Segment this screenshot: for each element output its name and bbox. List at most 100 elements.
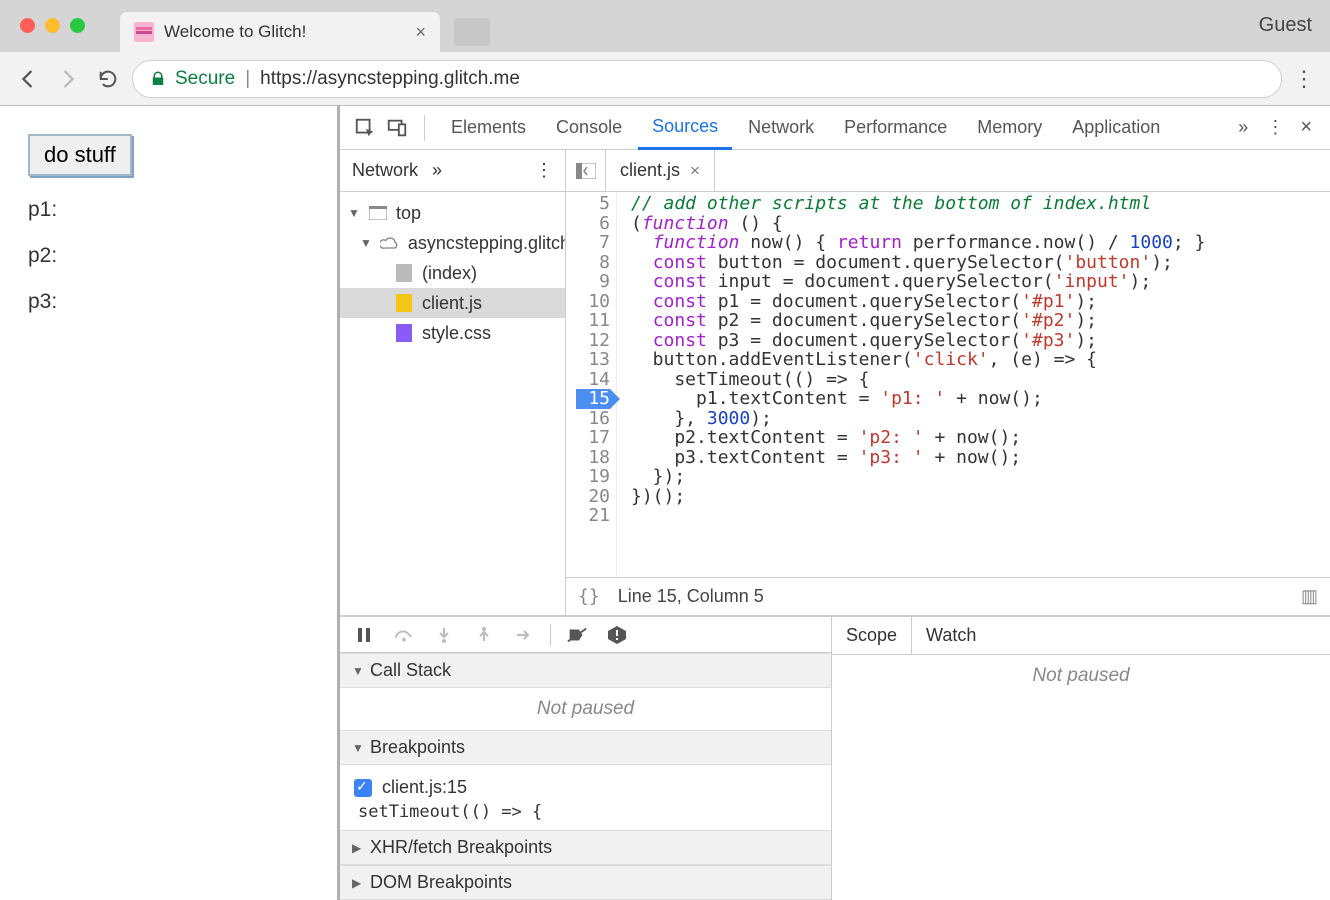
devtools-menu-icon[interactable]: ⋮ [1260, 113, 1290, 143]
frame-icon [368, 203, 388, 223]
callstack-header[interactable]: ▼Call Stack [340, 653, 831, 688]
code-line[interactable]: // add other scripts at the bottom of in… [631, 194, 1205, 214]
close-tab-icon[interactable]: × [415, 22, 426, 43]
inspect-element-icon[interactable] [350, 113, 380, 143]
xhr-bp-header[interactable]: ▶XHR/fetch Breakpoints [340, 830, 831, 865]
code-line[interactable]: p1.textContent = 'p1: ' + now(); [631, 389, 1205, 409]
debugger-panes: ▼Call Stack Not paused ▼Breakpoints clie… [340, 616, 1330, 900]
profile-label[interactable]: Guest [1259, 14, 1312, 37]
gutter-line[interactable]: 16 [576, 409, 610, 429]
step-into-icon[interactable] [430, 621, 458, 649]
code-line[interactable]: setTimeout(() => { [631, 370, 1205, 390]
code-line[interactable]: const input = document.querySelector('in… [631, 272, 1205, 292]
browser-menu-icon[interactable]: ⋮ [1290, 66, 1318, 92]
p3-label: p3: [28, 290, 309, 314]
breakpoint-checkbox[interactable] [354, 779, 372, 797]
gutter-line[interactable]: 21 [576, 506, 610, 526]
devtools-tab-elements[interactable]: Elements [437, 107, 540, 148]
devtools-tab-application[interactable]: Application [1058, 107, 1174, 148]
code-line[interactable]: }); [631, 467, 1205, 487]
dom-bp-header[interactable]: ▶DOM Breakpoints [340, 865, 831, 900]
code-line[interactable]: (function () { [631, 214, 1205, 234]
code-line[interactable]: p3.textContent = 'p3: ' + now(); [631, 448, 1205, 468]
step-out-icon[interactable] [470, 621, 498, 649]
code-line[interactable]: const button = document.querySelector('b… [631, 253, 1205, 273]
browser-toolbar: Secure | https://asyncstepping.glitch.me… [0, 52, 1330, 106]
scope-body: Not paused [832, 655, 1330, 900]
breakpoint-label: client.js:15 [382, 777, 467, 798]
gutter-line[interactable]: 10 [576, 292, 610, 312]
devtools-tab-memory[interactable]: Memory [963, 107, 1056, 148]
browser-tab-bar: Welcome to Glitch! × Guest [0, 0, 1330, 52]
editor-options-icon[interactable]: ▥ [1301, 586, 1318, 607]
devtools-tab-console[interactable]: Console [542, 107, 636, 148]
minimize-window-icon[interactable] [45, 18, 60, 33]
file-style-css[interactable]: style.css [340, 318, 565, 348]
scope-tab[interactable]: Scope [832, 617, 912, 654]
gutter-line[interactable]: 8 [576, 253, 610, 273]
gutter-line[interactable]: 17 [576, 428, 610, 448]
code-line[interactable]: const p2 = document.querySelector('#p2')… [631, 311, 1205, 331]
navigator-tab[interactable]: Network [352, 160, 418, 181]
device-toolbar-icon[interactable] [382, 113, 412, 143]
address-bar[interactable]: Secure | https://asyncstepping.glitch.me [132, 60, 1282, 98]
step-icon[interactable] [510, 621, 538, 649]
new-tab-button[interactable] [454, 18, 490, 46]
code-line[interactable]: }, 3000); [631, 409, 1205, 429]
devtools-tab-sources[interactable]: Sources [638, 106, 732, 150]
gutter-line[interactable]: 13 [576, 350, 610, 370]
code-line[interactable]: p2.textContent = 'p2: ' + now(); [631, 428, 1205, 448]
cursor-position: Line 15, Column 5 [618, 586, 764, 607]
code-area[interactable]: 56789101112131415161718192021 // add oth… [566, 192, 1330, 577]
gutter-line[interactable]: 14 [576, 370, 610, 390]
devtools-close-icon[interactable]: × [1292, 116, 1320, 139]
window-controls [4, 18, 101, 33]
gutter-line[interactable]: 9 [576, 272, 610, 292]
gutter-line[interactable]: 18 [576, 448, 610, 468]
pretty-print-icon[interactable]: {} [578, 586, 600, 607]
devtools-tab-network[interactable]: Network [734, 107, 828, 148]
navigator-more-icon[interactable]: » [432, 160, 442, 181]
toggle-navigator-icon[interactable] [566, 150, 606, 191]
deactivate-bp-icon[interactable] [563, 621, 591, 649]
more-tabs-icon[interactable]: » [1228, 113, 1258, 143]
code-line[interactable]: const p3 = document.querySelector('#p3')… [631, 331, 1205, 351]
secure-indicator: Secure [149, 68, 235, 90]
navigator-menu-icon[interactable]: ⋮ [535, 160, 553, 181]
file-client-js[interactable]: client.js [340, 288, 565, 318]
step-over-icon[interactable] [390, 621, 418, 649]
gutter-line[interactable]: 5 [576, 194, 610, 214]
file-icon [394, 293, 414, 313]
do-stuff-button[interactable]: do stuff [28, 134, 132, 176]
reload-button[interactable] [92, 63, 124, 95]
devtools-tab-performance[interactable]: Performance [830, 107, 961, 148]
code-line[interactable]: function now() { return performance.now(… [631, 233, 1205, 253]
editor-tab[interactable]: client.js × [606, 150, 715, 191]
breakpoints-header[interactable]: ▼Breakpoints [340, 730, 831, 765]
forward-button[interactable] [52, 63, 84, 95]
back-button[interactable] [12, 63, 44, 95]
code-line[interactable]: const p1 = document.querySelector('#p1')… [631, 292, 1205, 312]
gutter-line[interactable]: 6 [576, 214, 610, 234]
maximize-window-icon[interactable] [70, 18, 85, 33]
gutter-line[interactable]: 19 [576, 467, 610, 487]
favicon-icon [134, 22, 154, 42]
code-line[interactable]: button.addEventListener('click', (e) => … [631, 350, 1205, 370]
tree-root[interactable]: ▼ top [340, 198, 565, 228]
pause-exceptions-icon[interactable] [603, 621, 631, 649]
gutter-line[interactable]: 15 [576, 389, 610, 409]
browser-tab[interactable]: Welcome to Glitch! × [120, 12, 440, 52]
gutter-line[interactable]: 12 [576, 331, 610, 351]
page-viewport: do stuff p1: p2: p3: [0, 106, 340, 900]
close-editor-tab-icon[interactable]: × [690, 161, 700, 181]
tree-domain[interactable]: ▼ asyncstepping.glitch.me [340, 228, 565, 258]
breakpoint-item[interactable]: client.js:15 [354, 777, 817, 798]
file--index-[interactable]: (index) [340, 258, 565, 288]
gutter-line[interactable]: 7 [576, 233, 610, 253]
code-line[interactable]: })(); [631, 487, 1205, 507]
close-window-icon[interactable] [20, 18, 35, 33]
gutter-line[interactable]: 20 [576, 487, 610, 507]
pause-icon[interactable] [350, 621, 378, 649]
watch-tab[interactable]: Watch [912, 617, 990, 654]
gutter-line[interactable]: 11 [576, 311, 610, 331]
